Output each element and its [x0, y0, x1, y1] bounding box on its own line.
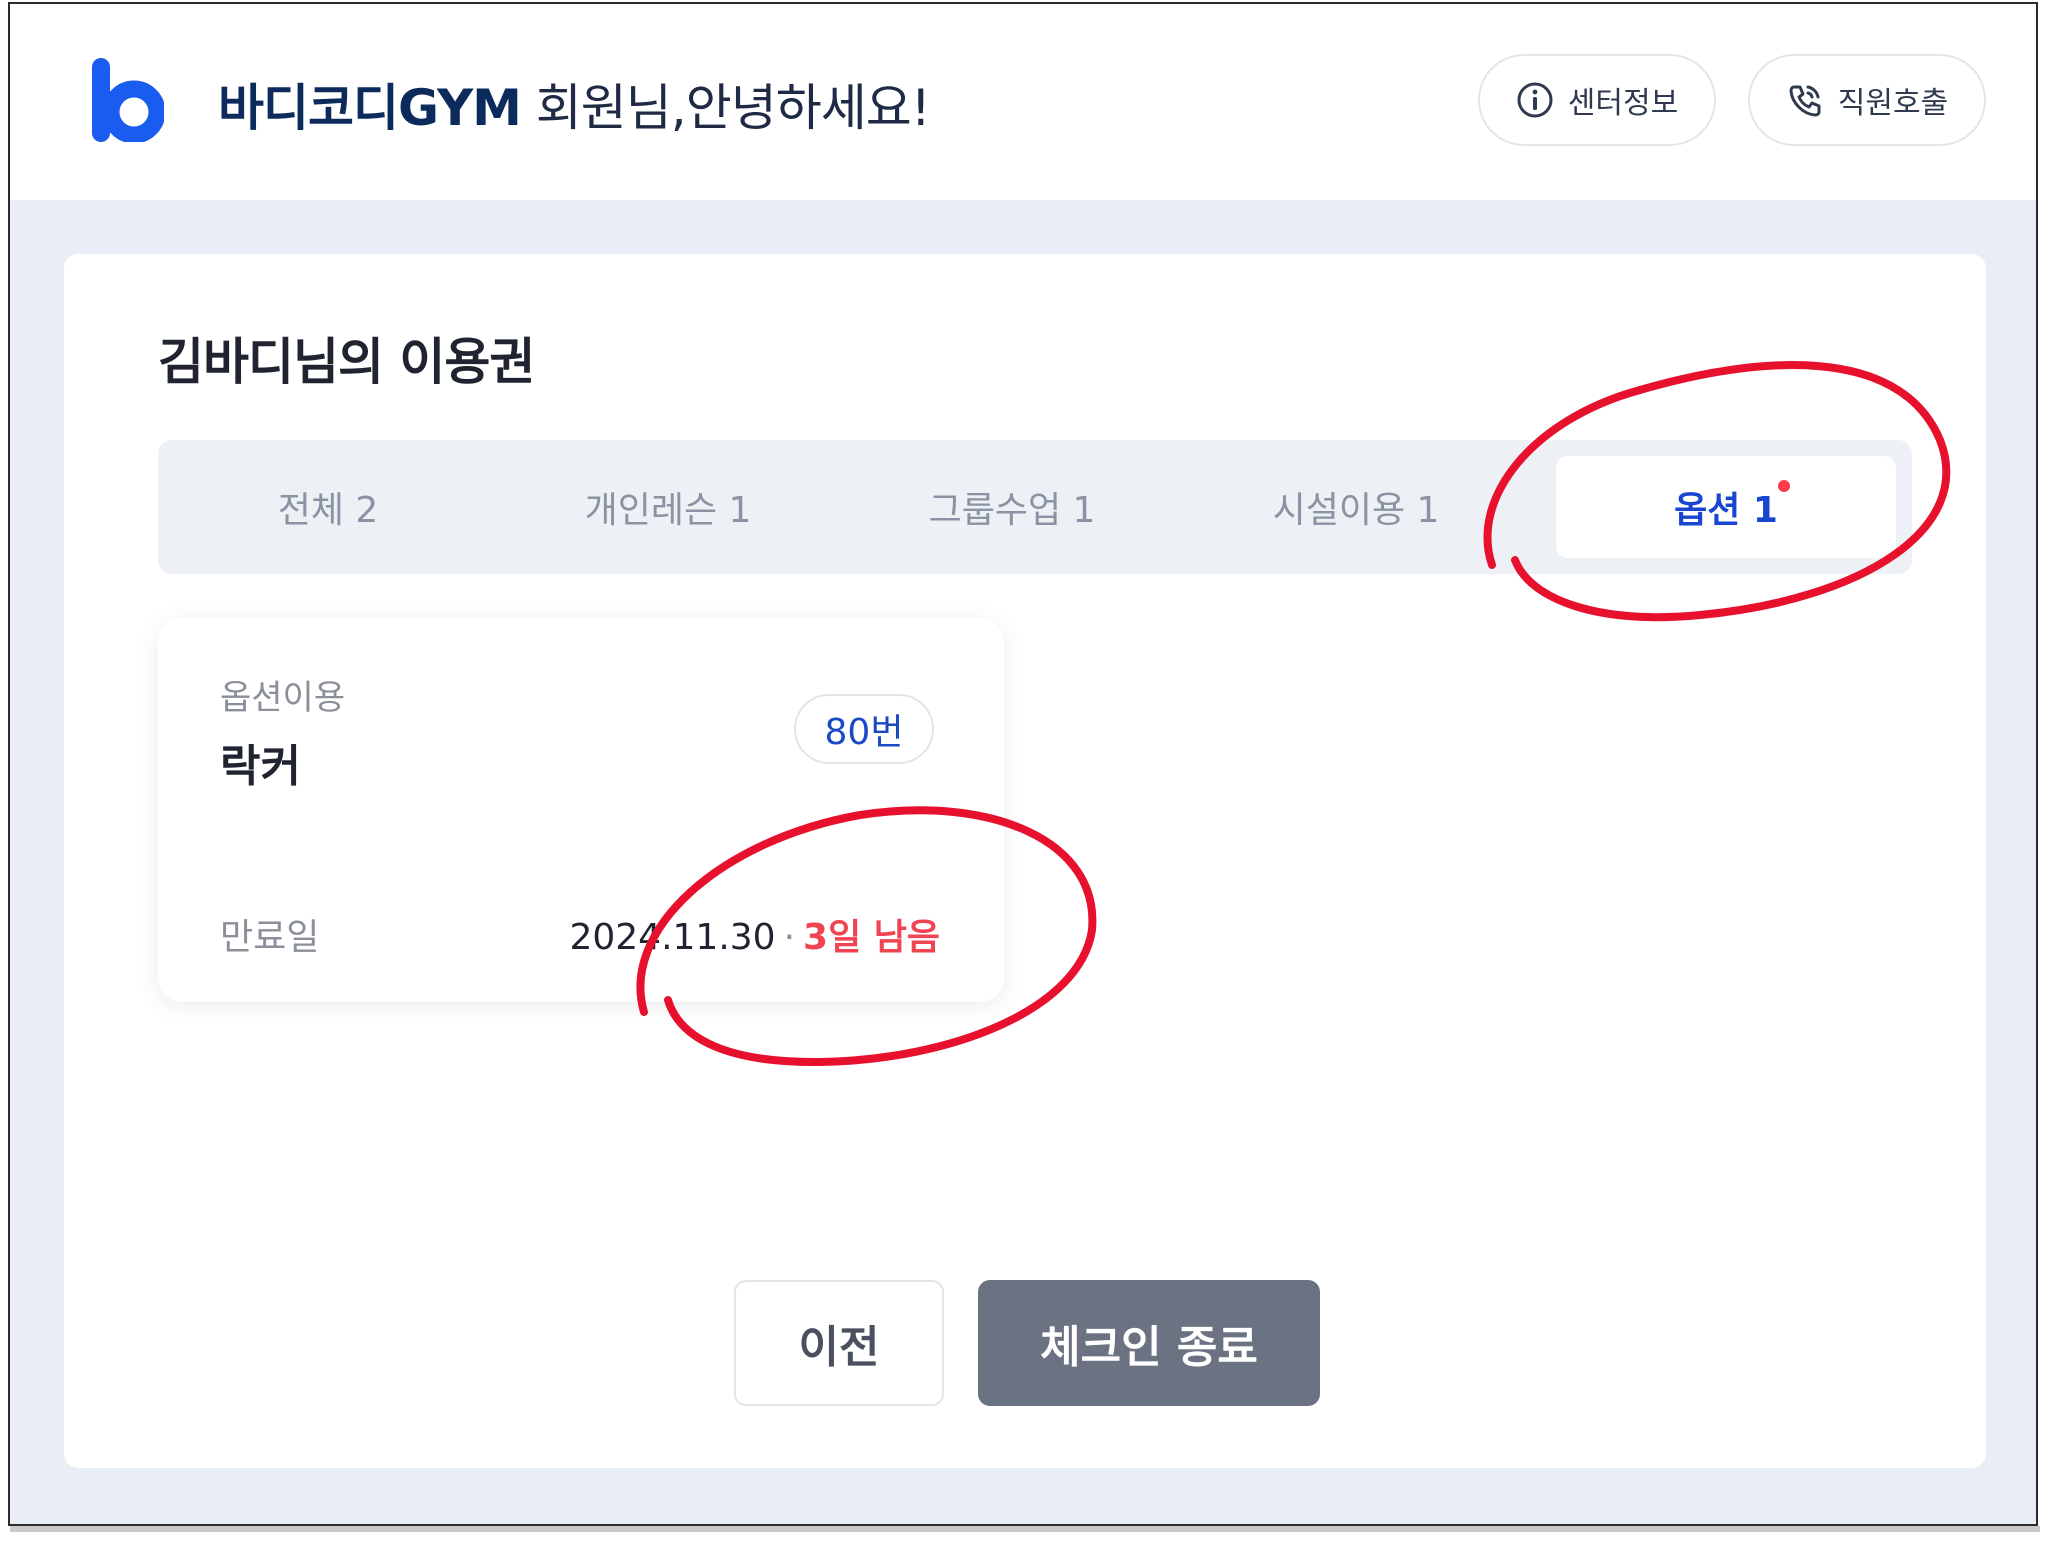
expiry-value: 2024.11.30 · 3일 남음 [569, 908, 940, 960]
new-indicator-dot [1778, 480, 1790, 492]
gym-name: 바디코디GYM [218, 79, 522, 137]
tab-personal-lesson[interactable]: 개인레슨 1 [498, 440, 838, 574]
tab-group-class[interactable]: 그룹수업 1 [842, 440, 1182, 574]
ticket-name: 락커 [220, 741, 301, 792]
tab-option[interactable]: 옵션 1 [1556, 456, 1896, 558]
page-title: 김바디님의 이용권 [158, 333, 535, 391]
center-info-label: 센터정보 [1567, 86, 1679, 121]
greeting-message: 회원님,안녕하세요! [520, 79, 931, 137]
pass-tab-bar: 전체 2 개인레슨 1 그룹수업 1 시설이용 1 옵션 1 [158, 440, 1912, 574]
info-icon [1517, 82, 1553, 118]
app-window: 바디코디GYM 회원님,안녕하세요! 센터정보 직원호출 김바디님의 이용권 전… [8, 2, 2038, 1526]
frame-shadow [10, 1526, 2040, 1532]
days-remaining: 3일 남음 [803, 917, 940, 958]
call-staff-label: 직원호출 [1837, 86, 1949, 121]
locker-number-badge: 80번 [794, 694, 934, 764]
end-checkin-button[interactable]: 체크인 종료 [978, 1280, 1320, 1406]
pass-card: 김바디님의 이용권 전체 2 개인레슨 1 그룹수업 1 시설이용 1 옵션 1… [64, 254, 1986, 1468]
greeting-text: 바디코디GYM 회원님,안녕하세요! [218, 68, 931, 140]
expiry-separator: · [783, 917, 796, 958]
tab-option-label: 옵션 1 [1674, 490, 1778, 531]
center-info-button[interactable]: 센터정보 [1478, 54, 1716, 146]
tab-facility[interactable]: 시설이용 1 [1186, 440, 1526, 574]
tab-all[interactable]: 전체 2 [158, 440, 498, 574]
prev-button[interactable]: 이전 [734, 1280, 944, 1406]
expiry-label: 만료일 [220, 917, 320, 958]
locker-ticket-card[interactable]: 옵션이용 락커 80번 만료일 2024.11.30 · 3일 남음 [158, 618, 1004, 1002]
expiry-date: 2024.11.30 [569, 917, 776, 958]
app-logo-icon [92, 58, 164, 142]
phone-call-icon [1789, 85, 1821, 117]
ticket-category: 옵션이용 [220, 678, 346, 718]
top-header: 바디코디GYM 회원님,안녕하세요! 센터정보 직원호출 [10, 4, 2036, 200]
call-staff-button[interactable]: 직원호출 [1748, 54, 1986, 146]
